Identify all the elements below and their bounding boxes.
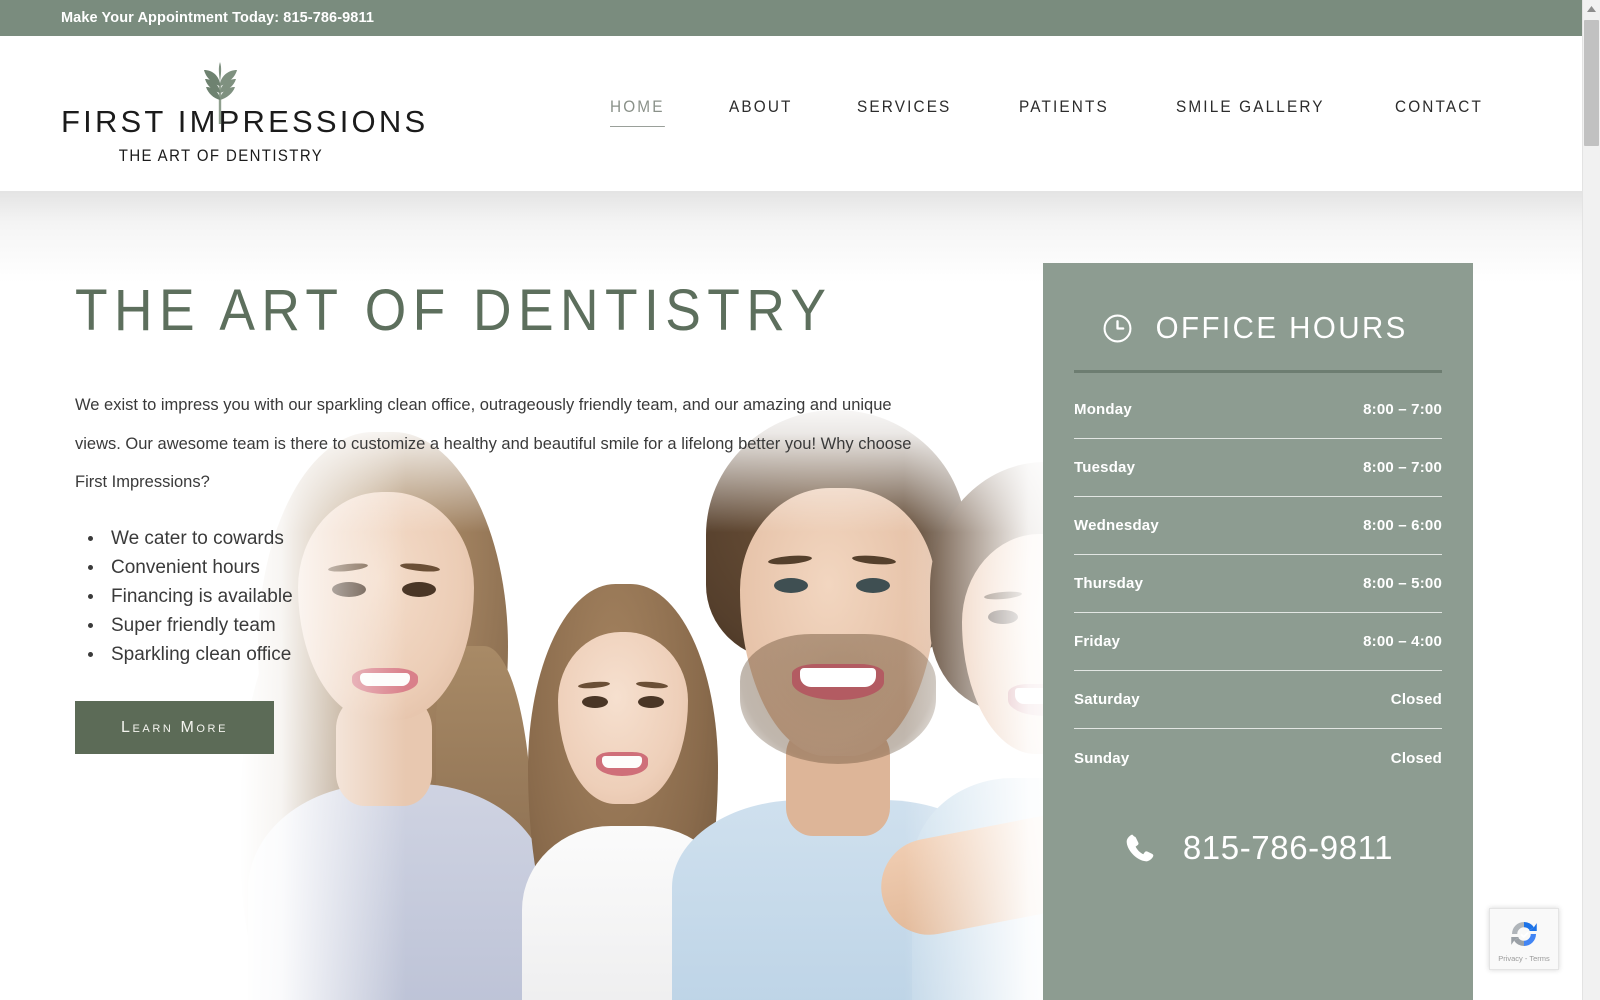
hours-value: Closed — [1390, 749, 1442, 767]
nav-item-smile-gallery[interactable]: SMILE GALLERY — [1176, 98, 1325, 129]
nav-item-about[interactable]: ABOUT — [729, 98, 793, 129]
table-row: Tuesday 8:00 – 7:00 — [1074, 439, 1442, 497]
table-row: Sunday Closed — [1074, 729, 1442, 787]
logo-wordmark: FIRST IMPRESSIONS — [61, 104, 429, 139]
hero-paragraph: We exist to impress you with our sparkli… — [75, 395, 912, 492]
nav-item-services[interactable]: SERVICES — [857, 98, 951, 129]
day-label: Saturday — [1074, 691, 1140, 708]
recaptcha-badge[interactable]: Privacy - Terms — [1489, 908, 1559, 970]
nav-item-patients[interactable]: PATIENTS — [1019, 98, 1109, 129]
day-label: Monday — [1074, 401, 1132, 418]
table-row: Saturday Closed — [1074, 671, 1442, 729]
hours-value: Closed — [1390, 691, 1442, 708]
list-item: We cater to cowards — [105, 524, 975, 553]
scroll-up-arrow-icon[interactable] — [1583, 0, 1600, 18]
day-label: Wednesday — [1074, 517, 1159, 534]
hero-benefits-list: We cater to cowards Convenient hours Fin… — [105, 524, 975, 669]
hero-copy: THE ART OF DENTISTRY We exist to impress… — [75, 278, 975, 754]
hours-value: 8:00 – 7:00 — [1363, 459, 1442, 476]
table-row: Wednesday 8:00 – 6:00 — [1074, 497, 1442, 555]
page-scrollbar[interactable] — [1582, 0, 1600, 1000]
site-header: FIRST IMPRESSIONS THE ART OF DENTISTRY H… — [0, 36, 1582, 191]
recaptcha-icon — [1506, 916, 1542, 952]
logo-tagline: THE ART OF DENTISTRY — [118, 146, 324, 165]
table-row: Thursday 8:00 – 5:00 — [1074, 555, 1442, 613]
list-item: Super friendly team — [105, 611, 975, 640]
page-title: THE ART OF DENTISTRY — [75, 278, 833, 343]
panel-divider — [1074, 370, 1442, 373]
recaptcha-privacy-terms[interactable]: Privacy - Terms — [1498, 954, 1550, 963]
nav-item-home[interactable]: HOME — [610, 98, 665, 129]
list-item: Financing is available — [105, 582, 975, 611]
hours-value: 8:00 – 7:00 — [1363, 401, 1442, 418]
browser-viewport: Make Your Appointment Today: 815-786-981… — [0, 0, 1582, 1000]
table-row: Monday 8:00 – 7:00 — [1074, 381, 1442, 439]
main-navigation: HOME ABOUT SERVICES PATIENTS SMILE GALLE… — [610, 98, 1490, 129]
day-label: Friday — [1074, 633, 1121, 650]
day-label: Sunday — [1074, 749, 1130, 767]
office-hours-list: Monday 8:00 – 7:00 Tuesday 8:00 – 7:00 W… — [1074, 381, 1442, 787]
site-logo[interactable]: FIRST IMPRESSIONS THE ART OF DENTISTRY — [61, 62, 429, 166]
table-row: Friday 8:00 – 4:00 — [1074, 613, 1442, 671]
list-item: Convenient hours — [105, 553, 975, 582]
phone-icon — [1123, 831, 1157, 865]
day-label: Thursday — [1074, 575, 1144, 592]
hours-value: 8:00 – 6:00 — [1363, 517, 1442, 534]
clock-icon — [1102, 313, 1133, 344]
day-label: Tuesday — [1074, 459, 1136, 476]
office-hours-panel: OFFICE HOURS Monday 8:00 – 7:00 Tuesday … — [1043, 263, 1473, 1000]
page-root: Make Your Appointment Today: 815-786-981… — [0, 0, 1600, 1000]
scrollbar-thumb[interactable] — [1584, 20, 1599, 146]
hero-section: THE ART OF DENTISTRY We exist to impress… — [0, 191, 1582, 1000]
appointment-phone-text: Make Your Appointment Today: 815-786-981… — [61, 10, 374, 26]
announcement-bar: Make Your Appointment Today: 815-786-981… — [0, 0, 1582, 36]
panel-phone-number: 815-786-9811 — [1182, 829, 1394, 866]
office-hours-header: OFFICE HOURS — [1074, 263, 1442, 346]
office-hours-title: OFFICE HOURS — [1155, 310, 1408, 345]
nav-item-contact[interactable]: CONTACT — [1395, 98, 1483, 129]
list-item: Sparkling clean office — [105, 640, 975, 669]
hours-value: 8:00 – 5:00 — [1363, 575, 1442, 592]
hours-value: 8:00 – 4:00 — [1363, 633, 1442, 650]
panel-phone-block[interactable]: 815-786-9811 — [1074, 829, 1442, 867]
learn-more-button[interactable]: Learn More — [75, 700, 274, 754]
